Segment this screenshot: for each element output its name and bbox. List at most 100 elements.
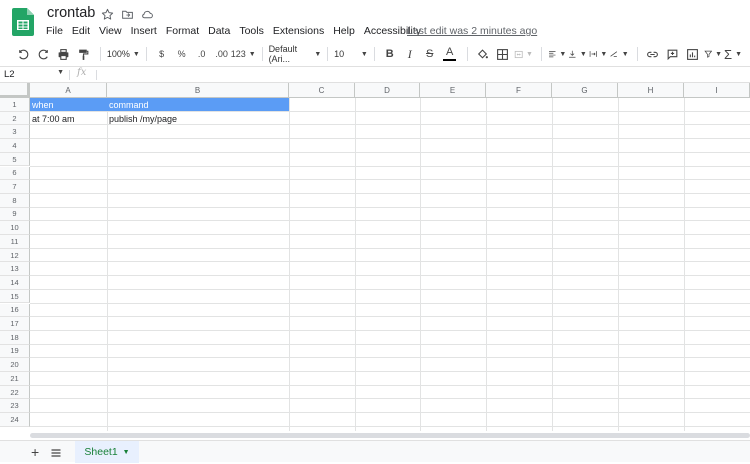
row-header[interactable]: 12 <box>0 248 30 263</box>
move-to-folder-icon[interactable] <box>120 7 134 21</box>
insert-chart-icon[interactable] <box>684 44 702 64</box>
filter-icon[interactable]: ▼ <box>703 44 722 64</box>
strikethrough-button[interactable]: S <box>421 44 439 64</box>
menu-edit[interactable]: Edit <box>72 25 94 37</box>
formula-bar: L2 ▼ fx <box>0 66 750 83</box>
row-header[interactable]: 3 <box>0 125 30 140</box>
chevron-down-icon: ▼ <box>57 69 64 76</box>
row-header[interactable]: 7 <box>0 180 30 194</box>
column-header-a[interactable]: A <box>30 83 107 98</box>
row-gridline <box>30 384 750 386</box>
text-wrap-icon[interactable]: ▼ <box>589 44 607 64</box>
menu-extensions[interactable]: Extensions <box>273 25 328 37</box>
row-header[interactable]: 18 <box>0 330 30 345</box>
column-header-i[interactable]: I <box>684 83 750 98</box>
row-header[interactable]: 4 <box>0 139 30 153</box>
select-all-corner[interactable] <box>0 83 30 98</box>
row-header[interactable]: 6 <box>0 166 30 181</box>
menu-data[interactable]: Data <box>208 25 234 37</box>
row-header[interactable]: 19 <box>0 344 30 359</box>
last-edit-link[interactable]: Last edit was 2 minutes ago <box>407 25 537 37</box>
print-icon[interactable] <box>54 44 72 64</box>
row-header[interactable]: 1 <box>0 98 30 112</box>
vertical-align-icon[interactable]: ▼ <box>568 44 587 64</box>
column-header-e[interactable]: E <box>420 83 486 98</box>
row-header[interactable]: 22 <box>0 385 30 400</box>
all-sheets-icon[interactable] <box>50 446 62 458</box>
horizontal-scrollbar[interactable] <box>30 433 750 438</box>
percent-format-button[interactable]: % <box>173 44 191 64</box>
formula-input[interactable] <box>100 69 740 81</box>
toolbar-divider <box>261 47 263 61</box>
column-header-g[interactable]: G <box>552 83 618 98</box>
column-gridline <box>552 98 553 431</box>
row-header[interactable]: 10 <box>0 221 30 235</box>
row-gridline <box>30 179 750 181</box>
text-color-button[interactable]: A <box>441 44 459 64</box>
column-header-h[interactable]: H <box>618 83 684 98</box>
toolbar-divider <box>540 47 542 61</box>
chevron-down-icon[interactable]: ▼ <box>123 449 130 456</box>
italic-button[interactable]: I <box>401 44 419 64</box>
row-header[interactable]: 21 <box>0 372 30 386</box>
more-formats-button[interactable]: 123 ▼ <box>231 44 256 64</box>
redo-icon[interactable] <box>34 44 52 64</box>
font-family-select[interactable]: Default (Ari... ▼ <box>269 44 322 64</box>
row-header[interactable]: 23 <box>0 399 30 414</box>
chevron-down-icon: ▼ <box>314 50 322 58</box>
bold-button[interactable]: B <box>381 44 399 64</box>
zoom-select[interactable]: 100% ▼ <box>107 44 140 64</box>
sheet-tab-sheet1[interactable]: Sheet1 ▼ <box>75 441 139 463</box>
row-header[interactable]: 8 <box>0 193 30 208</box>
row-header[interactable]: 5 <box>0 152 30 167</box>
name-box[interactable]: L2 ▼ <box>4 69 64 81</box>
sheets-logo-icon[interactable] <box>12 8 34 36</box>
chevron-down-icon: ▼ <box>248 50 256 58</box>
menu-help[interactable]: Help <box>333 25 359 37</box>
row-header[interactable]: 2 <box>0 111 30 126</box>
insert-comment-icon[interactable] <box>664 44 682 64</box>
formula-divider <box>69 70 70 80</box>
row-header[interactable]: 13 <box>0 262 30 277</box>
functions-icon[interactable]: Σ ▼ <box>724 44 742 64</box>
fill-color-icon[interactable] <box>474 44 492 64</box>
row-gridline <box>30 371 750 372</box>
merge-cells-icon[interactable]: ▼ <box>514 44 533 64</box>
undo-icon[interactable] <box>14 44 32 64</box>
cell-area[interactable]: when command at 7:00 am publish /my/page <box>30 98 750 431</box>
row-gridline <box>30 316 750 318</box>
row-header[interactable]: 14 <box>0 276 30 290</box>
column-header-f[interactable]: F <box>486 83 552 98</box>
borders-icon[interactable] <box>494 44 512 64</box>
menu-view[interactable]: View <box>99 25 126 37</box>
row-header[interactable]: 11 <box>0 235 30 249</box>
menu-insert[interactable]: Insert <box>131 25 161 37</box>
row-header[interactable]: 15 <box>0 289 30 304</box>
decrease-decimal-button[interactable]: .0 <box>193 44 211 64</box>
horizontal-align-icon[interactable]: ▼ <box>548 44 566 64</box>
paint-format-icon[interactable] <box>74 44 92 64</box>
row-header[interactable]: 24 <box>0 413 30 427</box>
menu-file[interactable]: File <box>46 25 67 37</box>
text-rotation-icon[interactable]: ▼ <box>609 44 629 64</box>
currency-format-button[interactable]: $ <box>153 44 171 64</box>
row-header[interactable]: 17 <box>0 317 30 331</box>
menu-tools[interactable]: Tools <box>239 25 268 37</box>
menu-format[interactable]: Format <box>166 25 203 37</box>
sheet-bar: + Sheet1 ▼ <box>0 440 750 463</box>
column-header-c[interactable]: C <box>289 83 355 98</box>
spreadsheet-grid: A B C D E F G H I 1 2 3 4 5 6 7 8 9 10 11 12 13 14 15 1… <box>0 83 750 431</box>
cloud-status-icon[interactable] <box>140 7 154 21</box>
increase-decimal-button[interactable]: .00 <box>213 44 231 64</box>
font-family-value: Default (Ari... <box>268 44 298 64</box>
row-header[interactable]: 20 <box>0 358 30 372</box>
insert-link-icon[interactable] <box>644 44 662 64</box>
add-sheet-icon[interactable]: + <box>31 444 39 460</box>
column-header-d[interactable]: D <box>355 83 420 98</box>
column-header-b[interactable]: B <box>107 83 289 98</box>
star-icon[interactable] <box>100 7 114 21</box>
document-title[interactable]: crontab <box>47 5 95 21</box>
row-header[interactable]: 9 <box>0 207 30 222</box>
font-size-select[interactable]: 10 ▼ <box>334 44 368 64</box>
row-header[interactable]: 16 <box>0 303 30 318</box>
